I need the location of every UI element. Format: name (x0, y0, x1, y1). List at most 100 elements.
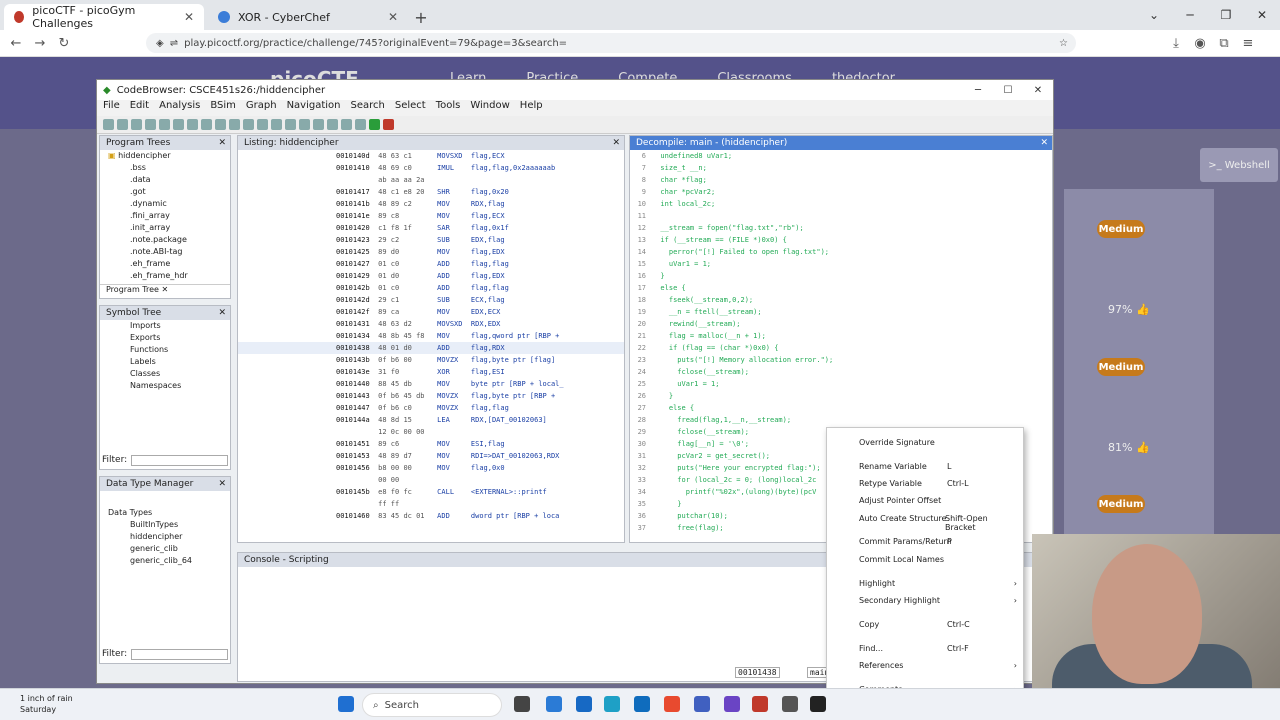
listing-body[interactable]: 0010140d 48 63 c1 MOVSXD flag,ECX 0010141… (238, 150, 624, 522)
listing-row[interactable]: 0010140d 48 63 c1 MOVSXD flag,ECX (238, 150, 624, 162)
run-icon[interactable] (369, 119, 380, 130)
listing-row[interactable]: 0010142f 89 ca MOV EDX,ECX (238, 306, 624, 318)
context-menu-item[interactable]: Auto Create Structure Shift-Open Bracket (859, 514, 1017, 532)
forward-icon[interactable]: → (28, 36, 52, 51)
listing-row[interactable]: 00101460 83 45 dc 01 ADD dword ptr [RBP … (238, 510, 624, 522)
listing-row[interactable]: 0010141b 48 89 c2 MOV RDX,flag (238, 198, 624, 210)
tree-item[interactable]: generic_clib (100, 543, 230, 555)
close-icon[interactable]: ✕ (218, 308, 226, 318)
page-info-icon[interactable]: ⇌ (170, 38, 178, 49)
menu-edit[interactable]: Edit (130, 100, 149, 116)
decompile-line[interactable]: 6 undefined8 uVar1; (630, 150, 1052, 162)
taskbar-search[interactable]: ⌕ Search (362, 693, 502, 717)
new-tab-button[interactable]: + (408, 4, 434, 30)
nav-icon[interactable] (243, 119, 254, 130)
decompile-line[interactable]: 13 if (__stream == (FILE *)0x0) { (630, 234, 1052, 246)
tree-item[interactable]: .data (100, 174, 230, 186)
tree-item-exports[interactable]: Exports (100, 332, 230, 344)
decompile-line[interactable]: 19 __n = ftell(__stream); (630, 306, 1052, 318)
nav-icon[interactable] (271, 119, 282, 130)
decompile-line[interactable]: 17 else { (630, 282, 1052, 294)
menu-tools[interactable]: Tools (436, 100, 461, 116)
listing-row[interactable]: 00101451 89 c6 MOV ESI,flag (238, 438, 624, 450)
weather-widget[interactable]: 1 inch of rain Saturday (20, 693, 73, 715)
back-icon[interactable]: ← (4, 36, 28, 51)
tree-item[interactable]: hiddencipher (100, 531, 230, 543)
context-menu-item[interactable]: Commit Params/Return P (859, 537, 1017, 546)
nav-icon[interactable] (313, 119, 324, 130)
close-window-icon[interactable]: ✕ (1244, 0, 1280, 30)
menu-bsim[interactable]: BSim (210, 100, 236, 116)
close-tab-icon[interactable]: ✕ (184, 10, 194, 24)
decompile-line[interactable]: 24 fclose(__stream); (630, 366, 1052, 378)
undo-icon[interactable] (117, 119, 128, 130)
decompile-line[interactable]: 12 __stream = fopen("flag.txt","rb"); (630, 222, 1052, 234)
browser-tab-picoctf[interactable]: picoCTF - picoGym Challenges ✕ (4, 4, 204, 30)
decompile-line[interactable]: 8 char *flag; (630, 174, 1052, 186)
tree-root[interactable]: Data Types (100, 507, 230, 519)
listing-row[interactable]: 00101438 48 01 d0 ADD flag,RDX (238, 342, 624, 354)
nav-icon[interactable] (229, 119, 240, 130)
tree-item[interactable]: .got (100, 186, 230, 198)
close-icon[interactable]: ✕ (218, 479, 226, 489)
decompile-line[interactable]: 15 uVar1 = 1; (630, 258, 1052, 270)
close-tab-icon[interactable]: ✕ (388, 10, 398, 24)
edge-icon[interactable] (604, 696, 620, 712)
listing-row[interactable]: 12 0c 00 00 (238, 426, 624, 438)
menu-select[interactable]: Select (395, 100, 426, 116)
context-menu-item[interactable]: Adjust Pointer Offset (859, 496, 1017, 505)
terminal-icon[interactable] (810, 696, 826, 712)
context-menu-item[interactable]: Highlight › (859, 579, 1017, 588)
context-menu-item[interactable]: Commit Local Names (859, 555, 1017, 564)
downloads-icon[interactable]: ⤓ (1164, 36, 1188, 51)
listing-row[interactable]: 0010145b e8 f0 fc CALL <EXTERNAL>::print… (238, 486, 624, 498)
restore-icon[interactable]: ❐ (1208, 0, 1244, 30)
context-menu-item[interactable]: Rename Variable L (859, 462, 1017, 471)
tree-item[interactable]: .eh_frame (100, 258, 230, 270)
listing-row[interactable]: 00101434 48 8b 45 f8 MOV flag,qword ptr … (238, 330, 624, 342)
program-tree-tab[interactable]: Program Tree ✕ (100, 284, 230, 298)
tree-item[interactable]: .note.package (100, 234, 230, 246)
menu-file[interactable]: File (103, 100, 120, 116)
decompile-line[interactable]: 28 fread(flag,1,__n,__stream); (630, 414, 1052, 426)
listing-row[interactable]: 0010144a 48 8d 15 LEA RDX,[DAT_00102063] (238, 414, 624, 426)
listing-row[interactable]: 00101440 88 45 db MOV byte ptr [RBP + lo… (238, 378, 624, 390)
close-icon[interactable]: ✕ (1023, 85, 1053, 96)
menu-icon[interactable]: ≡ (1236, 36, 1260, 51)
listing-row[interactable]: 00101447 0f b6 c0 MOVZX flag,flag (238, 402, 624, 414)
decompile-line[interactable]: 25 uVar1 = 1; (630, 378, 1052, 390)
listing-row[interactable]: 00101423 29 c2 SUB EDX,flag (238, 234, 624, 246)
decompile-line[interactable]: 16 } (630, 270, 1052, 282)
app-icon[interactable] (724, 696, 740, 712)
listing-row[interactable]: 00101410 48 69 c0 IMUL flag,flag,0x2aaaa… (238, 162, 624, 174)
listing-row[interactable]: 00101417 48 c1 e8 20 SHR flag,0x20 (238, 186, 624, 198)
tab-list-chevron-icon[interactable]: ⌄ (1136, 0, 1172, 30)
tree-item[interactable]: .init_array (100, 222, 230, 234)
reload-icon[interactable]: ↻ (52, 36, 76, 51)
tree-item[interactable]: .eh_frame_hdr (100, 270, 230, 282)
listing-row[interactable]: 00101431 48 63 d2 MOVSXD RDX,EDX (238, 318, 624, 330)
shield-icon[interactable]: ◈ (156, 38, 164, 49)
tree-item[interactable]: .note.ABI-tag (100, 246, 230, 258)
nav-icon[interactable] (355, 119, 366, 130)
tree-item[interactable]: generic_clib_64 (100, 555, 230, 567)
browser-tab-cyberchef[interactable]: XOR - CyberChef ✕ (208, 4, 408, 30)
extensions-icon[interactable]: ⧉ (1212, 36, 1236, 51)
start-icon[interactable] (338, 696, 354, 712)
listing-row[interactable]: 0010142d 29 c1 SUB ECX,flag (238, 294, 624, 306)
listing-row[interactable]: ab aa aa 2a (238, 174, 624, 186)
save-icon[interactable] (103, 119, 114, 130)
decompile-line[interactable]: 14 perror("[!] Failed to open flag.txt")… (630, 246, 1052, 258)
app-icon[interactable] (634, 696, 650, 712)
context-menu-item[interactable]: Retype Variable Ctrl-L (859, 479, 1017, 488)
nav-icon[interactable] (187, 119, 198, 130)
decompile-line[interactable]: 21 flag = malloc(__n + 1); (630, 330, 1052, 342)
listing-row[interactable]: 0010143e 31 f0 XOR flag,ESI (238, 366, 624, 378)
tree-root[interactable]: ▣ hiddencipher (100, 150, 230, 162)
close-icon[interactable]: ✕ (218, 138, 226, 148)
webshell-button[interactable]: >_ Webshell (1200, 148, 1278, 182)
listing-row[interactable]: 00101453 48 89 d7 MOV RDI=>DAT_00102063,… (238, 450, 624, 462)
stop-icon[interactable] (383, 119, 394, 130)
decompile-line[interactable]: 26 } (630, 390, 1052, 402)
listing-row[interactable]: 00101429 01 d0 ADD flag,EDX (238, 270, 624, 282)
